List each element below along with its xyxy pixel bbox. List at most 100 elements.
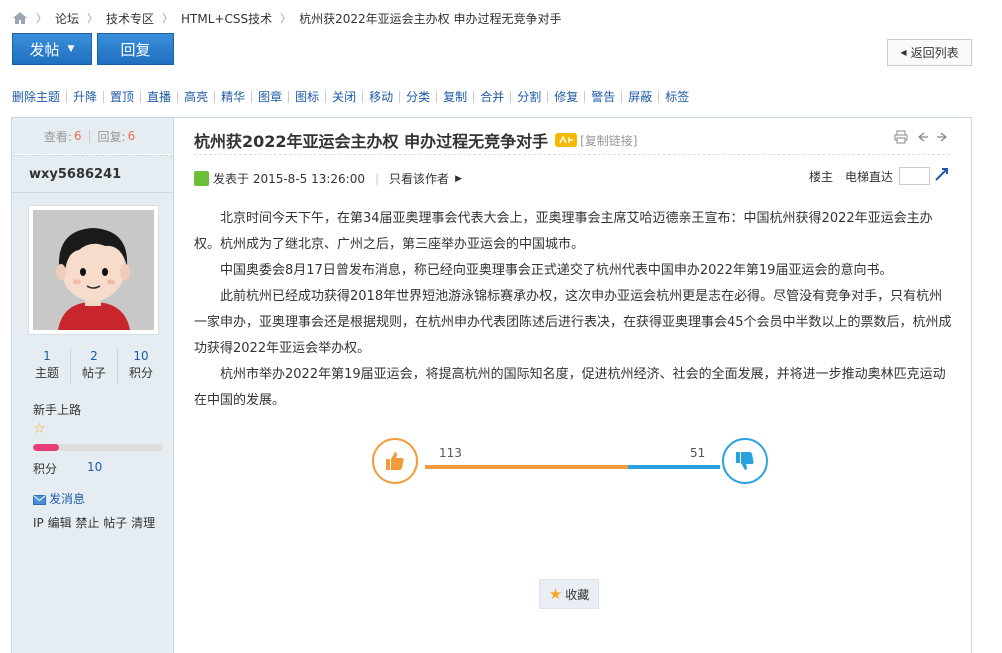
arrow-right-icon: ▶ (455, 173, 462, 184)
post-tools (894, 130, 950, 144)
admin-posts-link[interactable]: 帖子 (103, 516, 127, 530)
chevron-down-icon: ▼ (67, 44, 75, 54)
mail-icon (33, 494, 46, 505)
post-date: 发表于 2015-8-5 13:26:00 (213, 172, 365, 186)
posts-label: 帖子 (81, 366, 106, 380)
mod-split[interactable]: 分割 (510, 91, 547, 103)
title-divider (194, 154, 950, 155)
author-sidebar: 查看: 6 | 回复: 6 wxy5686241 1 主题 2 帖子 10 积分… (12, 118, 174, 653)
breadcrumb-tech-zone[interactable]: 技术专区 (106, 10, 154, 27)
new-post-label: 发帖 (29, 40, 60, 59)
stats-divider: | (87, 129, 92, 143)
threads-value: 1 (43, 349, 51, 363)
mod-move[interactable]: 移动 (362, 91, 399, 103)
admin-edit-link[interactable]: 编辑 (48, 516, 72, 530)
mod-category[interactable]: 分类 (399, 91, 436, 103)
mod-highlight[interactable]: 高亮 (177, 91, 214, 103)
posts-count[interactable]: 2 帖子 (70, 348, 117, 385)
online-status-icon (194, 171, 209, 186)
credits-label: 积分 (128, 366, 153, 380)
breadcrumb-separator: 〉 (87, 12, 99, 25)
views-count: 6 (73, 129, 82, 143)
hot-badge-icon (555, 133, 578, 147)
post-frame: 查看: 6 | 回复: 6 wxy5686241 1 主题 2 帖子 10 积分… (11, 117, 972, 653)
avatar[interactable] (28, 205, 159, 335)
post-title: 杭州获2022年亚运会主办权 申办过程无竞争对手 (194, 132, 549, 151)
points-label: 积分 (33, 462, 58, 476)
star-icon: ☆ (33, 421, 46, 437)
floor-jump-input[interactable] (899, 167, 930, 185)
credits-count[interactable]: 10 积分 (117, 348, 164, 385)
meta-divider: | (375, 171, 380, 186)
mod-bump[interactable]: 升降 (66, 91, 103, 103)
views-label: 查看: (43, 129, 72, 144)
new-post-button[interactable]: 发帖 ▼ (12, 33, 92, 65)
mod-close[interactable]: 关闭 (325, 91, 362, 103)
mod-warn[interactable]: 警告 (584, 91, 621, 103)
breadcrumb-separator: 〉 (162, 12, 174, 25)
mod-merge[interactable]: 合并 (473, 91, 510, 103)
post-title-row: 杭州获2022年亚运会主办权 申办过程无竞争对手 [复制链接] (194, 128, 637, 152)
moderator-toolbar: 删除主题 升降 置顶 直播 高亮 精华 图章 图标 关闭 移动 分类 复制 合并… (12, 88, 695, 106)
only-author-link[interactable]: 只看该作者 (389, 170, 449, 187)
chevron-left-icon: ◀ (900, 48, 907, 57)
breadcrumb-separator: 〉 (36, 12, 47, 25)
vote-ratio-bar (425, 465, 720, 469)
copy-link-button[interactable]: [复制链接] (580, 132, 637, 149)
points-row: 积分 10 (33, 460, 102, 477)
admin-links: IP 编辑 禁止 帖子 清理 (33, 514, 155, 531)
next-thread-icon[interactable] (936, 130, 950, 144)
mod-stamp[interactable]: 图章 (251, 91, 288, 103)
reply-label: 回复 (120, 40, 151, 59)
reply-button[interactable]: 回复 (97, 33, 174, 65)
previous-thread-icon[interactable] (915, 130, 929, 144)
mod-block[interactable]: 屏蔽 (621, 91, 658, 103)
breadcrumb-html-css[interactable]: HTML+CSS技术 (181, 10, 272, 27)
credits-value: 10 (133, 349, 149, 363)
post-content: 杭州获2022年亚运会主办权 申办过程无竞争对手 [复制链接] 发表于 2015… (175, 118, 972, 653)
star-icon: ★ (548, 585, 563, 603)
back-to-list-button[interactable]: ◀ 返回列表 (887, 39, 972, 66)
avatar-image (33, 210, 154, 330)
jump-icon[interactable] (934, 166, 950, 186)
mod-digest[interactable]: 精华 (214, 91, 251, 103)
threads-label: 主题 (34, 366, 59, 380)
mod-live[interactable]: 直播 (140, 91, 177, 103)
mod-repair[interactable]: 修复 (547, 91, 584, 103)
author-username[interactable]: wxy5686241 (12, 155, 173, 193)
user-rank[interactable]: 新手上路 (33, 401, 81, 418)
mod-copy[interactable]: 复制 (436, 91, 473, 103)
username-text: wxy5686241 (29, 166, 122, 182)
favorite-button[interactable]: ★ 收藏 (539, 579, 599, 609)
print-icon[interactable] (894, 130, 908, 144)
floor-jump-label: 电梯直达 (844, 169, 893, 184)
admin-ip-link[interactable]: IP (33, 516, 44, 530)
threads-count[interactable]: 1 主题 (24, 348, 70, 385)
breadcrumb-current[interactable]: 杭州获2022年亚运会主办权 申办过程无竞争对手 (299, 10, 561, 27)
thumbs-down-count: 51 (690, 446, 706, 460)
thumbs-up-count: 113 (439, 446, 462, 460)
replies-count: 6 (127, 129, 136, 143)
thumbs-up-icon (386, 452, 404, 470)
post-paragraph: 此前杭州已经成功获得2018年世界短池游泳锦标赛承办权，这次申办亚运会杭州更是志… (194, 289, 952, 356)
admin-ban-link[interactable]: 禁止 (75, 516, 99, 530)
thumbs-up-button[interactable] (372, 438, 418, 484)
post-meta: 发表于 2015-8-5 13:26:00 | 只看该作者 ▶ (194, 170, 462, 187)
breadcrumb-separator: 〉 (280, 12, 292, 25)
mod-delete-thread[interactable]: 删除主题 (12, 91, 66, 103)
admin-clean-link[interactable]: 清理 (131, 516, 155, 530)
points-value: 10 (87, 460, 103, 474)
mod-sticky[interactable]: 置顶 (103, 91, 140, 103)
thumbs-down-button[interactable] (722, 438, 768, 484)
level-progress-bar (33, 444, 163, 451)
breadcrumb-forum[interactable]: 论坛 (55, 10, 79, 27)
breadcrumb: 〉 论坛 〉 技术专区 〉 HTML+CSS技术 〉 杭州获2022年亚运会主办… (12, 9, 561, 27)
thread-stats: 查看: 6 | 回复: 6 (12, 118, 173, 155)
mod-icon[interactable]: 图标 (288, 91, 325, 103)
home-icon[interactable] (12, 11, 28, 25)
send-message-link[interactable]: 发消息 (33, 490, 85, 507)
mod-tags[interactable]: 标签 (658, 91, 695, 103)
thumbs-down-icon (736, 452, 754, 470)
post-paragraph: 杭州市举办2022年第19届亚运会，将提高杭州的国际知名度，促进杭州经济、社会的… (194, 367, 946, 408)
floor-owner-label: 楼主 (808, 169, 833, 184)
